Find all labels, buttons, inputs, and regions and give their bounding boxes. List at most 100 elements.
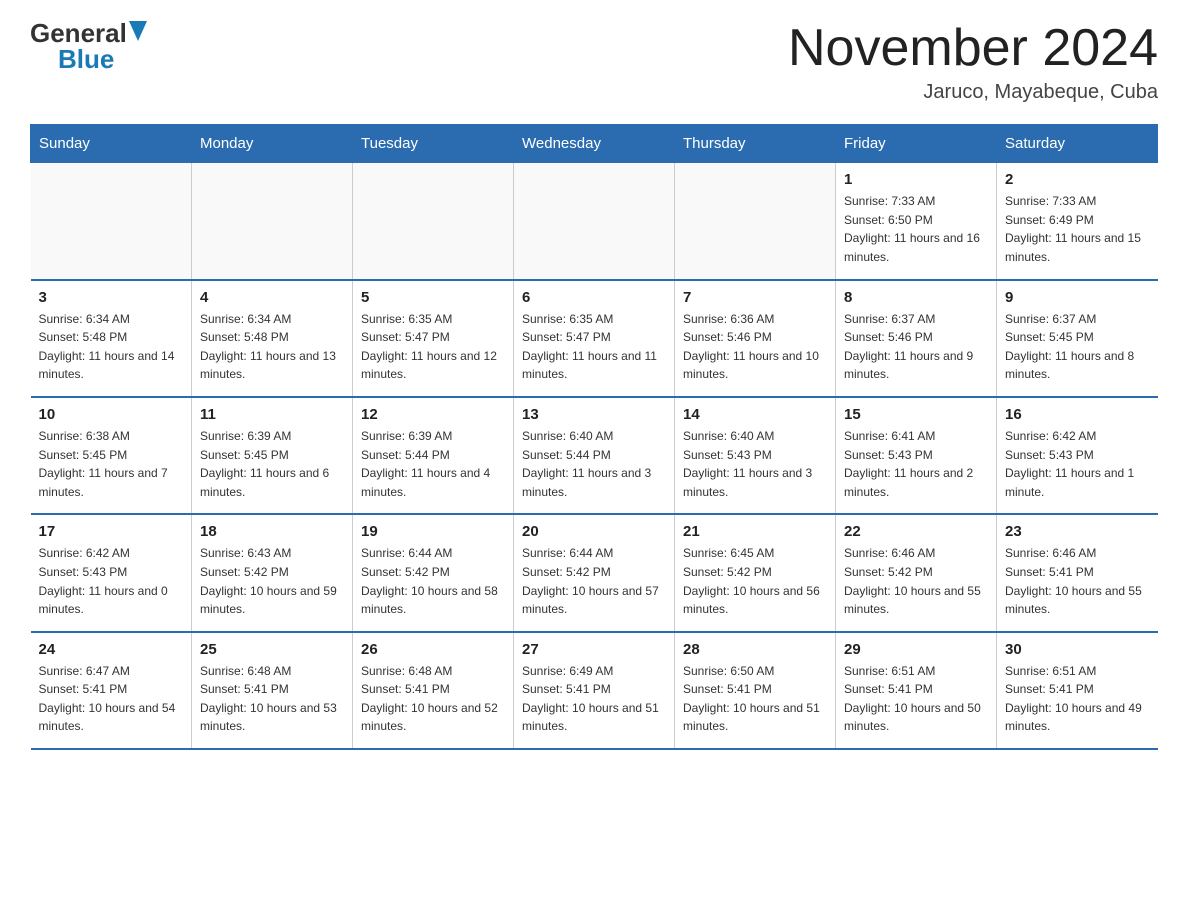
calendar-cell: 9 Sunrise: 6:37 AMSunset: 5:45 PMDaylight… — [997, 280, 1158, 397]
day-number: 13 — [522, 406, 666, 423]
calendar-cell: 15Sunrise: 6:41 AMSunset: 5:43 PMDayligh… — [836, 397, 997, 514]
day-info: Sunrise: 6:38 AMSunset: 5:45 PMDaylight:… — [39, 427, 184, 501]
header-sunday: Sunday — [31, 125, 192, 163]
header-tuesday: Tuesday — [353, 125, 514, 163]
day-info: Sunrise: 6:49 AMSunset: 5:41 PMDaylight:… — [522, 662, 666, 736]
day-info: Sunrise: 6:46 AMSunset: 5:41 PMDaylight:… — [1005, 544, 1150, 618]
calendar-cell: 22Sunrise: 6:46 AMSunset: 5:42 PMDayligh… — [836, 514, 997, 631]
week-row-5: 24Sunrise: 6:47 AMSunset: 5:41 PMDayligh… — [31, 632, 1158, 749]
calendar-cell — [675, 163, 836, 280]
calendar-cell — [31, 163, 192, 280]
calendar-cell: 1 Sunrise: 7:33 AMSunset: 6:50 PMDaylight… — [836, 163, 997, 280]
day-number: 11 — [200, 406, 344, 423]
day-number: 19 — [361, 523, 505, 540]
calendar-cell — [192, 163, 353, 280]
day-info: Sunrise: 6:45 AMSunset: 5:42 PMDaylight:… — [683, 544, 827, 618]
day-info: Sunrise: 6:39 AMSunset: 5:45 PMDaylight:… — [200, 427, 344, 501]
month-title: November 2024 — [788, 20, 1158, 77]
day-info: Sunrise: 6:51 AMSunset: 5:41 PMDaylight:… — [1005, 662, 1150, 736]
calendar-cell: 23 Sunrise: 6:46 AMSunset: 5:41 PMDayligh… — [997, 514, 1158, 631]
day-info: Sunrise: 6:37 AMSunset: 5:46 PMDaylight:… — [844, 310, 988, 384]
day-number: 27 — [522, 641, 666, 658]
calendar-cell: 19 Sunrise: 6:44 AMSunset: 5:42 PMDayligh… — [353, 514, 514, 631]
day-number: 22 — [844, 523, 988, 540]
header-friday: Friday — [836, 125, 997, 163]
calendar-cell: 14Sunrise: 6:40 AMSunset: 5:43 PMDayligh… — [675, 397, 836, 514]
day-info: Sunrise: 6:36 AMSunset: 5:46 PMDaylight:… — [683, 310, 827, 384]
logo-general-text: General — [30, 20, 127, 46]
day-number: 20 — [522, 523, 666, 540]
calendar-cell: 26 Sunrise: 6:48 AMSunset: 5:41 PMDayligh… — [353, 632, 514, 749]
calendar-cell: 4 Sunrise: 6:34 AMSunset: 5:48 PMDaylight… — [192, 280, 353, 397]
day-info: Sunrise: 7:33 AMSunset: 6:49 PMDaylight:… — [1005, 192, 1150, 266]
day-number: 4 — [200, 289, 344, 306]
location-label: Jaruco, Mayabeque, Cuba — [788, 81, 1158, 104]
calendar-cell — [514, 163, 675, 280]
logo: General Blue — [30, 20, 147, 72]
calendar-cell — [353, 163, 514, 280]
day-number: 28 — [683, 641, 827, 658]
day-info: Sunrise: 6:35 AMSunset: 5:47 PMDaylight:… — [361, 310, 505, 384]
calendar-cell: 12 Sunrise: 6:39 AMSunset: 5:44 PMDayligh… — [353, 397, 514, 514]
week-row-1: 1 Sunrise: 7:33 AMSunset: 6:50 PMDaylight… — [31, 163, 1158, 280]
day-info: Sunrise: 6:42 AMSunset: 5:43 PMDaylight:… — [39, 544, 184, 618]
day-info: Sunrise: 6:44 AMSunset: 5:42 PMDaylight:… — [361, 544, 505, 618]
logo-arrow-icon — [129, 21, 147, 41]
logo-blue-text: Blue — [58, 46, 114, 72]
calendar-cell: 24Sunrise: 6:47 AMSunset: 5:41 PMDayligh… — [31, 632, 192, 749]
day-number: 30 — [1005, 641, 1150, 658]
header-thursday: Thursday — [675, 125, 836, 163]
day-number: 6 — [522, 289, 666, 306]
day-number: 7 — [683, 289, 827, 306]
header-wednesday: Wednesday — [514, 125, 675, 163]
day-info: Sunrise: 6:39 AMSunset: 5:44 PMDaylight:… — [361, 427, 505, 501]
calendar-cell: 6 Sunrise: 6:35 AMSunset: 5:47 PMDaylight… — [514, 280, 675, 397]
day-info: Sunrise: 6:40 AMSunset: 5:43 PMDaylight:… — [683, 427, 827, 501]
calendar-header-row: SundayMondayTuesdayWednesdayThursdayFrid… — [31, 125, 1158, 163]
calendar-cell: 27 Sunrise: 6:49 AMSunset: 5:41 PMDayligh… — [514, 632, 675, 749]
day-info: Sunrise: 6:35 AMSunset: 5:47 PMDaylight:… — [522, 310, 666, 384]
day-number: 1 — [844, 171, 988, 188]
calendar-cell: 16Sunrise: 6:42 AMSunset: 5:43 PMDayligh… — [997, 397, 1158, 514]
calendar-cell: 5 Sunrise: 6:35 AMSunset: 5:47 PMDaylight… — [353, 280, 514, 397]
week-row-2: 3Sunrise: 6:34 AMSunset: 5:48 PMDaylight… — [31, 280, 1158, 397]
calendar-cell: 17 Sunrise: 6:42 AMSunset: 5:43 PMDayligh… — [31, 514, 192, 631]
day-number: 9 — [1005, 289, 1150, 306]
day-number: 8 — [844, 289, 988, 306]
day-info: Sunrise: 6:34 AMSunset: 5:48 PMDaylight:… — [200, 310, 344, 384]
calendar-cell: 30 Sunrise: 6:51 AMSunset: 5:41 PMDayligh… — [997, 632, 1158, 749]
calendar-cell: 2Sunrise: 7:33 AMSunset: 6:49 PMDaylight… — [997, 163, 1158, 280]
day-info: Sunrise: 6:48 AMSunset: 5:41 PMDaylight:… — [361, 662, 505, 736]
calendar-cell: 21 Sunrise: 6:45 AMSunset: 5:42 PMDayligh… — [675, 514, 836, 631]
day-info: Sunrise: 6:44 AMSunset: 5:42 PMDaylight:… — [522, 544, 666, 618]
calendar-cell: 20 Sunrise: 6:44 AMSunset: 5:42 PMDayligh… — [514, 514, 675, 631]
day-number: 5 — [361, 289, 505, 306]
day-info: Sunrise: 6:40 AMSunset: 5:44 PMDaylight:… — [522, 427, 666, 501]
calendar-cell: 25Sunrise: 6:48 AMSunset: 5:41 PMDayligh… — [192, 632, 353, 749]
week-row-3: 10Sunrise: 6:38 AMSunset: 5:45 PMDayligh… — [31, 397, 1158, 514]
day-number: 26 — [361, 641, 505, 658]
page-header: General Blue November 2024 Jaruco, Mayab… — [30, 20, 1158, 104]
day-number: 21 — [683, 523, 827, 540]
day-number: 23 — [1005, 523, 1150, 540]
day-number: 17 — [39, 523, 184, 540]
day-info: Sunrise: 6:50 AMSunset: 5:41 PMDaylight:… — [683, 662, 827, 736]
calendar-cell: 28 Sunrise: 6:50 AMSunset: 5:41 PMDayligh… — [675, 632, 836, 749]
header-saturday: Saturday — [997, 125, 1158, 163]
week-row-4: 17 Sunrise: 6:42 AMSunset: 5:43 PMDayligh… — [31, 514, 1158, 631]
day-number: 29 — [844, 641, 988, 658]
day-number: 16 — [1005, 406, 1150, 423]
day-info: Sunrise: 6:48 AMSunset: 5:41 PMDaylight:… — [200, 662, 344, 736]
day-number: 18 — [200, 523, 344, 540]
title-block: November 2024 Jaruco, Mayabeque, Cuba — [788, 20, 1158, 104]
day-info: Sunrise: 6:51 AMSunset: 5:41 PMDaylight:… — [844, 662, 988, 736]
calendar-cell: 8 Sunrise: 6:37 AMSunset: 5:46 PMDaylight… — [836, 280, 997, 397]
day-number: 15 — [844, 406, 988, 423]
calendar-cell: 13 Sunrise: 6:40 AMSunset: 5:44 PMDayligh… — [514, 397, 675, 514]
day-number: 12 — [361, 406, 505, 423]
day-info: Sunrise: 7:33 AMSunset: 6:50 PMDaylight:… — [844, 192, 988, 266]
day-info: Sunrise: 6:47 AMSunset: 5:41 PMDaylight:… — [39, 662, 184, 736]
day-info: Sunrise: 6:37 AMSunset: 5:45 PMDaylight:… — [1005, 310, 1150, 384]
day-info: Sunrise: 6:43 AMSunset: 5:42 PMDaylight:… — [200, 544, 344, 618]
calendar-cell: 18 Sunrise: 6:43 AMSunset: 5:42 PMDayligh… — [192, 514, 353, 631]
